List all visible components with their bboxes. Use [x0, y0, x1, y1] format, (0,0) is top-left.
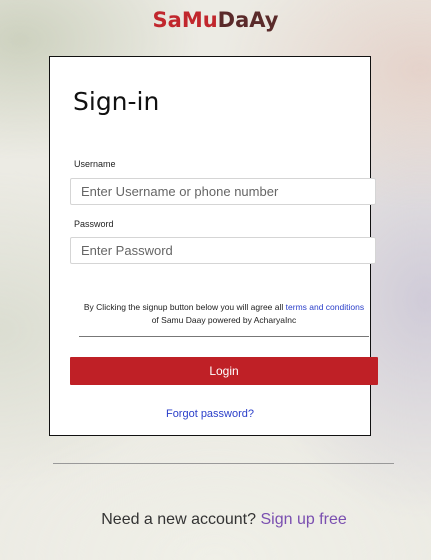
notice-divider [79, 336, 369, 337]
password-input[interactable] [70, 237, 376, 264]
terms-notice-prefix: By Clicking the signup button below you … [83, 302, 284, 312]
forgot-password-link[interactable]: Forgot password? [50, 408, 370, 420]
logo-part-sa: Sa [152, 8, 182, 32]
terms-notice: By Clicking the signup button below you … [70, 301, 378, 327]
terms-notice-suffix: of Samu Daay powered by AcharyaInc [151, 315, 297, 325]
logo-part-ay: Ay [249, 8, 279, 32]
logo-part-da: Da [217, 8, 250, 32]
footer-divider [53, 463, 394, 464]
password-label: Password [74, 219, 114, 229]
signup-link[interactable]: Sign up free [260, 511, 346, 528]
app-logo: SaMuDaAy [0, 8, 431, 32]
username-label: Username [74, 159, 116, 169]
signin-card: Sign-in Username Password By Clicking th… [49, 56, 378, 436]
signup-prompt: Need a new account? Sign up free [0, 511, 431, 529]
username-input[interactable] [70, 178, 376, 205]
logo-part-mu: Mu [181, 8, 218, 32]
terms-link[interactable]: terms and conditions [286, 302, 364, 312]
page-title: Sign-in [73, 87, 160, 116]
signup-prompt-text: Need a new account? [101, 511, 257, 528]
login-button[interactable]: Login [70, 357, 378, 385]
